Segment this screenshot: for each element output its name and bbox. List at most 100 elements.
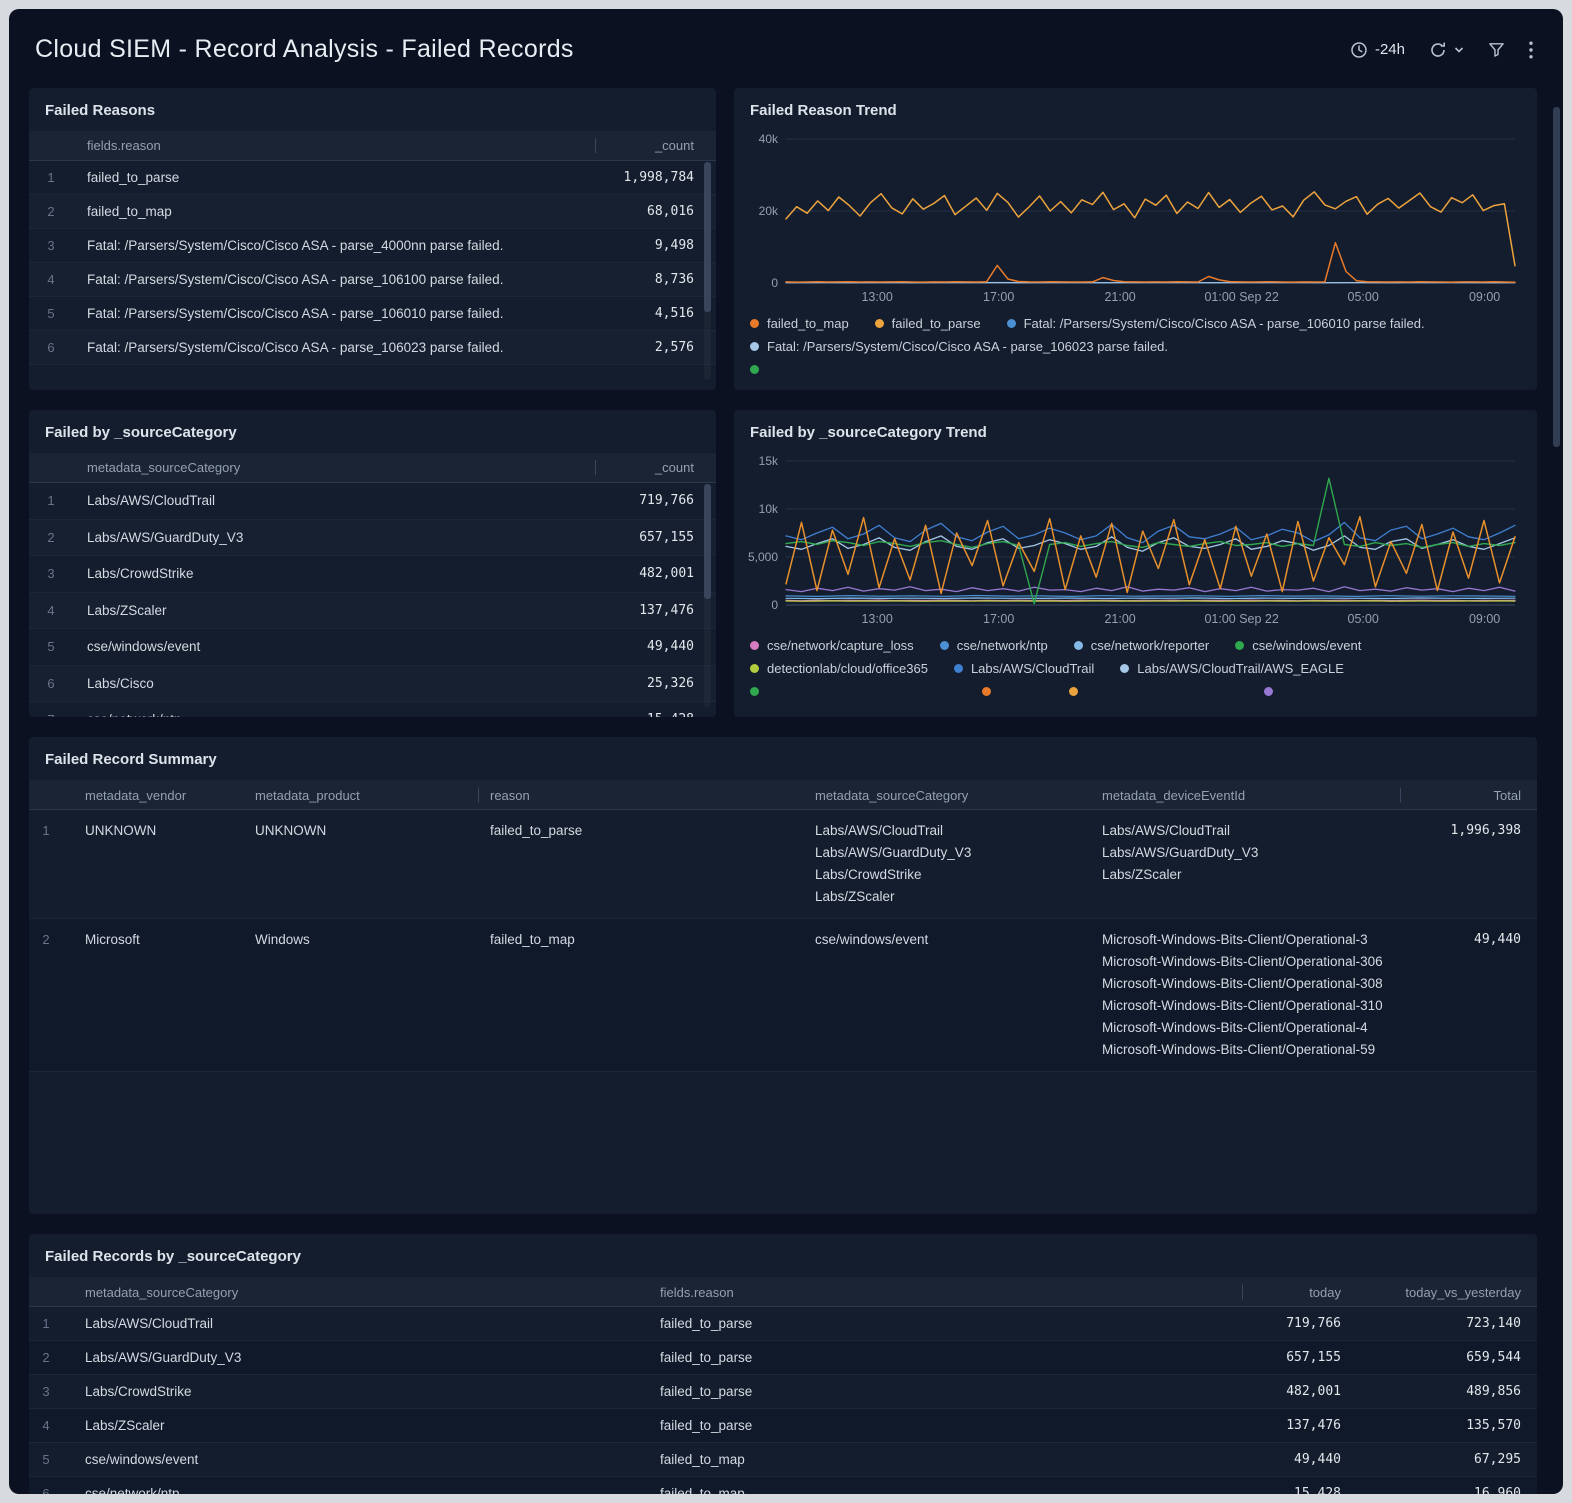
table-row[interactable]: 2Labs/AWS/GuardDuty_V3failed_to_parse657… — [29, 1341, 1537, 1375]
filter-control[interactable] — [1488, 41, 1505, 58]
table-row[interactable]: 4Labs/ZScaler137,476 — [29, 593, 716, 630]
column-header-metadata-vendor[interactable]: metadata_vendor — [73, 780, 243, 810]
failed-reason-trend-chart[interactable]: 020k40k13:0017:0021:0001:00 Sep 2205:000… — [740, 131, 1523, 307]
legend-item-fatal-parsers-system-cisco-cisco-asa-parse-106023-parse-failed[interactable]: Fatal: /Parsers/System/Cisco/Cisco ASA -… — [750, 339, 1168, 354]
table-row[interactable]: 1Labs/AWS/CloudTrail719,766 — [29, 483, 716, 520]
table-row[interactable]: 7cse/network/ntp15,428 — [29, 702, 716, 717]
table-scrollbar[interactable] — [704, 162, 711, 380]
legend-label: cse/network/reporter — [1091, 638, 1210, 653]
panel-failed-reasons: Failed Reasons fields.reason_count1faile… — [29, 88, 716, 390]
column-divider — [1242, 1285, 1243, 1300]
failed-reasons-table: fields.reason_count 1failed_to_parse1,998… — [29, 131, 716, 365]
legend-item-failed-to-parse[interactable]: failed_to_parse — [875, 316, 981, 331]
table-row[interactable]: 1UNKNOWNUNKNOWNfailed_to_parseLabs/AWS/C… — [29, 810, 1537, 919]
table-row[interactable]: 3Labs/CrowdStrikefailed_to_parse482,0014… — [29, 1375, 1537, 1409]
table-row[interactable]: 6Fatal: /Parsers/System/Cisco/Cisco ASA … — [29, 331, 716, 365]
trend-chart-svg[interactable]: 020k40k13:0017:0021:0001:00 Sep 2205:000… — [740, 131, 1523, 307]
row-label: Fatal: /Parsers/System/Cisco/Cisco ASA -… — [73, 238, 596, 253]
device-event-id-value: Microsoft-Windows-Bits-Client/Operationa… — [1102, 929, 1390, 951]
series-cse-network-ntp — [786, 596, 1515, 597]
today-value: 137,476 — [1242, 1409, 1357, 1442]
legend-color-dot — [954, 664, 963, 673]
column-header-metadata-product[interactable]: metadata_product — [243, 780, 478, 810]
legend-label: Labs/AWS/CloudTrail — [971, 661, 1094, 676]
table-row[interactable]: 6cse/network/ntpfailed_to_map15,42816,96… — [29, 1477, 1537, 1494]
column-header-reason[interactable]: reason — [478, 780, 803, 810]
device-event-id-value: Labs/AWS/GuardDuty_V3 — [1102, 842, 1390, 864]
row-label: Labs/ZScaler — [73, 603, 596, 618]
panel-failed-records-by-category: Failed Records by _sourceCategory metada… — [29, 1234, 1537, 1494]
row-rank: 4 — [29, 272, 73, 287]
table-row[interactable]: 4Labs/ZScalerfailed_to_parse137,476135,5… — [29, 1409, 1537, 1443]
legend-item-labs-aws-cloudtrail-aws-eagle[interactable]: Labs/AWS/CloudTrail/AWS_EAGLE — [1120, 661, 1344, 676]
table-row[interactable]: 2MicrosoftWindowsfailed_to_mapcse/window… — [29, 919, 1537, 1072]
column-header-count[interactable]: _count — [596, 460, 716, 475]
source-category-value: Labs/ZScaler — [815, 886, 1080, 908]
legend-row: detectionlab/cloud/office365 Labs/AWS/Clo… — [750, 662, 1521, 675]
column-header-total[interactable]: Total — [1400, 780, 1537, 810]
row-label: Fatal: /Parsers/System/Cisco/Cisco ASA -… — [73, 340, 596, 355]
table-row[interactable]: 4Fatal: /Parsers/System/Cisco/Cisco ASA … — [29, 263, 716, 297]
legend-item-cse-network-capture-loss[interactable]: cse/network/capture_loss — [750, 638, 914, 653]
table-row[interactable]: 1Labs/AWS/CloudTrailfailed_to_parse719,7… — [29, 1307, 1537, 1341]
failed-by-category-trend-chart[interactable]: 05,00010k15k13:0017:0021:0001:00 Sep 220… — [740, 453, 1523, 629]
x-axis-tick-label: 17:00 — [983, 612, 1014, 626]
column-header-today[interactable]: today — [1242, 1277, 1357, 1307]
legend-item-fatal-parsers-system-cisco-cisco-asa-parse-106010-parse-failed[interactable]: Fatal: /Parsers/System/Cisco/Cisco ASA -… — [1007, 316, 1425, 331]
legend-color-dot — [982, 687, 991, 696]
source-category-value: Labs/AWS/GuardDuty_V3 — [73, 1341, 648, 1374]
row-rank: 1 — [29, 1307, 73, 1340]
refresh-control[interactable] — [1429, 41, 1464, 59]
kebab-menu-icon — [1529, 41, 1533, 59]
legend-item-detectionlab-cloud-office365[interactable]: detectionlab/cloud/office365 — [750, 661, 928, 676]
today-vs-yesterday-value: 489,856 — [1357, 1375, 1537, 1408]
table-row[interactable]: 1failed_to_parse1,998,784 — [29, 161, 716, 195]
x-axis-tick-label: 09:00 — [1469, 612, 1500, 626]
failed-records-by-category-table: metadata_sourceCategoryfields.reasontoda… — [29, 1277, 1537, 1494]
table-row[interactable]: 6Labs/Cisco25,326 — [29, 666, 716, 703]
page-scrollbar[interactable] — [1553, 97, 1560, 1486]
table-row[interactable]: 3Fatal: /Parsers/System/Cisco/Cisco ASA … — [29, 229, 716, 263]
table-scrollbar[interactable] — [704, 484, 711, 707]
product-value: UNKNOWN — [243, 810, 478, 918]
table-row[interactable]: 5Fatal: /Parsers/System/Cisco/Cisco ASA … — [29, 297, 716, 331]
legend-row: failed_to_map failed_to_parse Fatal: /Pars… — [750, 317, 1521, 330]
page-scrollbar-thumb[interactable] — [1553, 107, 1560, 447]
column-header-metadata-deviceeventid[interactable]: metadata_deviceEventId — [1090, 780, 1400, 810]
device-event-id-list: Microsoft-Windows-Bits-Client/Operationa… — [1090, 919, 1400, 1071]
table-row[interactable]: 2Labs/AWS/GuardDuty_V3657,155 — [29, 520, 716, 557]
source-category-value: Labs/AWS/GuardDuty_V3 — [815, 842, 1080, 864]
column-header-metadata-sourcecategory[interactable]: metadata_sourceCategory — [73, 1277, 648, 1307]
row-count: 482,001 — [596, 566, 716, 581]
legend-item-cse-network-ntp[interactable]: cse/network/ntp — [940, 638, 1048, 653]
panel-title-failed-by-category: Failed by _sourceCategory — [29, 424, 716, 453]
time-range-control[interactable]: -24h — [1350, 41, 1405, 59]
scrollbar-thumb[interactable] — [704, 162, 711, 312]
table-row[interactable]: 5cse/windows/event49,440 — [29, 629, 716, 666]
row-label: failed_to_map — [73, 204, 596, 219]
legend-color-dot — [750, 664, 759, 673]
column-header-fields-reason[interactable]: fields.reason — [648, 1277, 1242, 1307]
dashboard-menu-control[interactable] — [1529, 41, 1533, 59]
legend-item-cse-windows-event[interactable]: cse/windows/event — [1235, 638, 1361, 653]
device-event-id-list: Labs/AWS/CloudTrailLabs/AWS/GuardDuty_V3… — [1090, 810, 1400, 918]
screenshot-frame: Cloud SIEM - Record Analysis - Failed Re… — [0, 0, 1572, 1503]
table-row[interactable]: 3Labs/CrowdStrike482,001 — [29, 556, 716, 593]
column-header-today-vs-yesterday[interactable]: today_vs_yesterday — [1357, 1277, 1537, 1307]
legend-label: Labs/AWS/CloudTrail/AWS_EAGLE — [1137, 661, 1344, 676]
column-header-count[interactable]: _count — [596, 138, 716, 153]
column-header-metadata-sourcecategory[interactable]: metadata_sourceCategory — [803, 780, 1090, 810]
column-header-fields-reason[interactable]: fields.reason — [73, 138, 595, 153]
trend-chart-svg[interactable]: 05,00010k15k13:0017:0021:0001:00 Sep 220… — [740, 453, 1523, 629]
legend-item-failed-to-map[interactable]: failed_to_map — [750, 316, 849, 331]
table-row[interactable]: 5cse/windows/eventfailed_to_map49,44067,… — [29, 1443, 1537, 1477]
table-row[interactable]: 2failed_to_map68,016 — [29, 195, 716, 229]
scrollbar-thumb[interactable] — [704, 484, 711, 599]
legend-item-cse-network-reporter[interactable]: cse/network/reporter — [1074, 638, 1210, 653]
column-divider — [478, 788, 479, 803]
column-header-metadata-sourcecategory[interactable]: metadata_sourceCategory — [73, 460, 595, 475]
legend-item-labs-aws-cloudtrail[interactable]: Labs/AWS/CloudTrail — [954, 661, 1094, 676]
y-axis-tick-label: 0 — [771, 598, 778, 612]
row-rank: 6 — [29, 676, 73, 691]
today-vs-yesterday-value: 723,140 — [1357, 1307, 1537, 1340]
